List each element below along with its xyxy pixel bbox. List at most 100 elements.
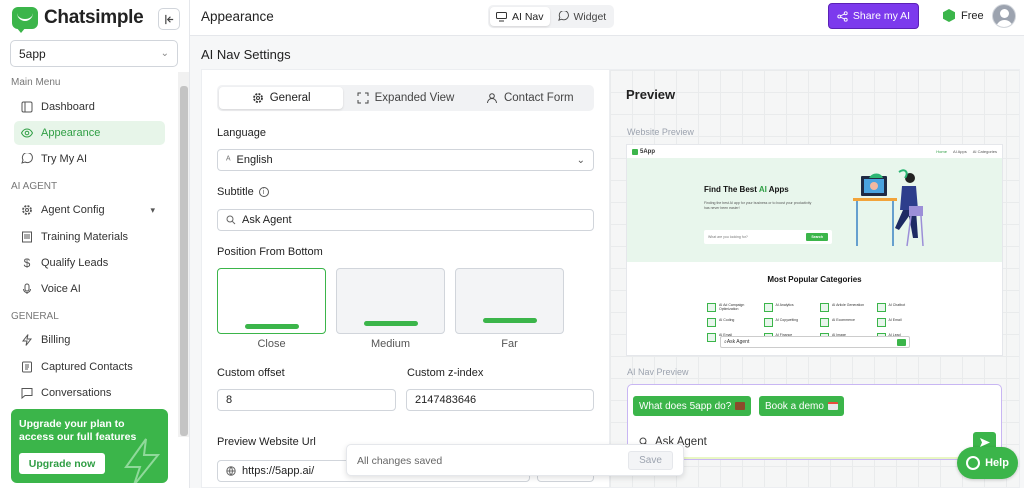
lightning-icon: [21, 334, 33, 346]
sidebar-item-label: Voice AI: [41, 283, 81, 295]
position-label: Position From Bottom: [217, 246, 323, 258]
sidebar-item-conversations[interactable]: Conversations: [14, 381, 165, 405]
category-item: AI Chatbot: [876, 303, 928, 312]
collapse-sidebar-button[interactable]: [158, 8, 180, 30]
tab-contact-form[interactable]: Contact Form: [468, 87, 592, 109]
message-icon: [21, 387, 33, 399]
zindex-label: Custom z-index: [407, 367, 484, 379]
save-button[interactable]: Save: [628, 451, 673, 470]
position-medium-option[interactable]: [336, 268, 445, 334]
workspace-name: 5app: [19, 46, 46, 61]
sidebar-scrollbar-thumb[interactable]: [180, 86, 188, 436]
dollar-icon: $: [23, 256, 31, 270]
tab-widget[interactable]: Widget: [552, 7, 613, 26]
lightning-icon: [124, 438, 161, 483]
position-close-label: Close: [257, 338, 286, 350]
tab-general[interactable]: General: [219, 87, 344, 109]
sidebar-item-appearance[interactable]: Appearance: [14, 121, 165, 145]
tab-label: General: [269, 92, 311, 104]
book-icon: [21, 231, 33, 243]
contacts-icon: [21, 361, 33, 373]
sidebar-layout-icon: [21, 101, 33, 113]
zindex-value: 2147483646: [415, 394, 477, 406]
share-my-ai-button[interactable]: Share my AI: [828, 3, 919, 29]
sidebar-item-label: Dashboard: [41, 101, 95, 113]
tab-label: Expanded View: [374, 92, 455, 104]
avatar[interactable]: [992, 4, 1016, 28]
settings-title: AI Nav Settings: [201, 47, 291, 62]
suggestion-chip[interactable]: Book a demo: [759, 396, 844, 416]
language-select[interactable]: ᴬ English ⌄: [217, 149, 594, 171]
hero-subtitle: Finding the best AI app for your busines…: [704, 201, 812, 210]
sidebar-item-qualify-leads[interactable]: $ Qualify Leads: [14, 251, 165, 275]
save-toast: All changes saved Save: [346, 444, 684, 476]
tab-ai-nav[interactable]: AI Nav: [490, 7, 550, 26]
translate-icon: ᴬ: [226, 154, 231, 166]
top-bar: Appearance AI Nav Widget Share my AI Fre…: [190, 0, 1024, 36]
ai-nav-icon: [496, 11, 507, 21]
settings-tabs: General Expanded View Contact Form: [217, 85, 594, 111]
suggestion-chip[interactable]: What does 5app do?: [633, 396, 752, 416]
plan-badge[interactable]: Free: [943, 9, 984, 22]
help-icon: [966, 456, 981, 470]
position-far-option[interactable]: [455, 268, 564, 334]
position-indicator: [364, 321, 418, 326]
site-ai-nav-bar: ⌕ Ask Agent: [720, 336, 910, 348]
sidebar-item-billing[interactable]: Billing: [14, 328, 165, 352]
ai-nav-preview-label: AI Nav Preview: [627, 367, 689, 377]
website-preview: 5App Home AI Apps AI Categories Find The…: [627, 145, 1002, 355]
brand-name: Chatsimple: [44, 7, 144, 28]
general-label: GENERAL: [11, 311, 59, 322]
website-preview-label: Website Preview: [627, 127, 694, 137]
ai-agent-label: AI AGENT: [11, 181, 58, 192]
site-links: Home AI Apps AI Categories: [936, 149, 997, 154]
position-indicator: [245, 324, 299, 329]
sidebar-item-training-materials[interactable]: Training Materials: [14, 225, 165, 249]
subtitle-label: Subtitle i: [217, 186, 269, 198]
language-label: Language: [217, 127, 266, 139]
sidebar-item-dashboard[interactable]: Dashboard: [14, 95, 165, 119]
user-icon: [486, 93, 497, 104]
workspace-select[interactable]: 5app ⌄: [10, 40, 178, 67]
subtitle-input[interactable]: Ask Agent: [217, 209, 594, 231]
sidebar-item-label: Agent Config: [41, 204, 105, 216]
tab-label: Widget: [573, 10, 607, 23]
site-logo: 5App: [632, 148, 655, 155]
sidebar-item-label: Conversations: [41, 387, 112, 399]
chevron-down-icon: ▾: [150, 204, 155, 215]
preview-title: Preview: [626, 87, 676, 102]
page-title: Appearance: [201, 9, 274, 24]
tab-label: AI Nav: [512, 10, 544, 23]
sidebar-item-label: Captured Contacts: [41, 361, 133, 373]
sidebar-item-agent-config[interactable]: Agent Config ▾: [14, 198, 165, 222]
zindex-input[interactable]: 2147483646: [406, 389, 594, 411]
category-item: AI Ad Campaign Optimization: [707, 303, 758, 312]
preview-url-label: Preview Website Url: [217, 436, 316, 448]
info-icon[interactable]: i: [258, 187, 269, 197]
sidebar-item-voice-ai[interactable]: Voice AI: [14, 277, 165, 301]
chat-icon: [557, 11, 569, 21]
gear-icon: [21, 204, 33, 216]
help-button[interactable]: Help: [957, 447, 1018, 479]
language-value: English: [236, 154, 273, 166]
position-indicator: [483, 318, 537, 323]
position-close-option[interactable]: [217, 268, 326, 334]
collapse-icon: [164, 14, 173, 24]
plan-label: Free: [961, 9, 984, 22]
sidebar-item-captured-contacts[interactable]: Captured Contacts: [14, 355, 165, 379]
sidebar-item-try-my-ai[interactable]: Try My AI: [14, 147, 165, 171]
microphone-icon: [21, 283, 33, 295]
tab-label: Contact Form: [503, 92, 574, 104]
brand[interactable]: Chatsimple: [12, 7, 144, 33]
sidebar: Chatsimple 5app ⌄ Main Menu Dashboard Ap…: [0, 0, 190, 488]
tab-expanded-view[interactable]: Expanded View: [343, 87, 467, 109]
share-icon: [837, 10, 848, 22]
position-medium-label: Medium: [370, 338, 411, 350]
upgrade-now-button[interactable]: Upgrade now: [19, 453, 105, 474]
site-hero: Find The Best AI Apps Finding the best A…: [627, 158, 1002, 262]
chevron-down-icon: ⌄: [160, 48, 169, 59]
custom-offset-input[interactable]: 8: [217, 389, 396, 411]
chevron-down-icon: ⌄: [576, 154, 585, 166]
gear-icon: [252, 93, 263, 103]
site-nav: 5App Home AI Apps AI Categories: [627, 145, 1002, 158]
